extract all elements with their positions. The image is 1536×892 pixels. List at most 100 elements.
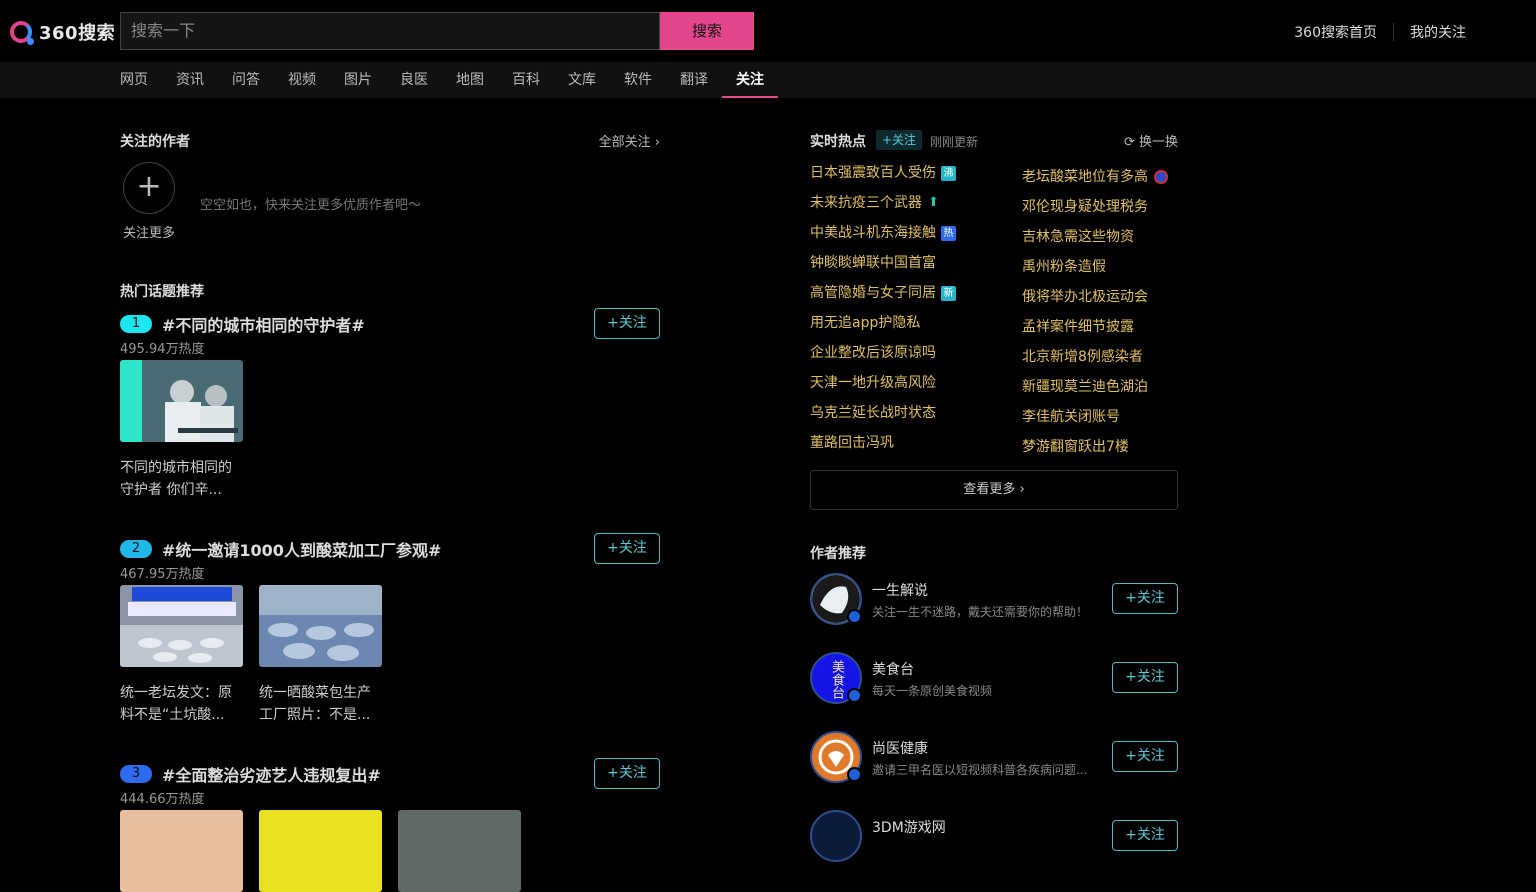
rank-badge: 1	[120, 315, 152, 333]
hot-item-text: 用无追app护隐私	[810, 315, 921, 331]
topic-name[interactable]: #全面整治劣迹艺人违规复出#	[162, 762, 381, 786]
topic-card[interactable]: 统一老坛发文：原 料不是“土坑酸...	[120, 585, 243, 726]
hot-item[interactable]: 日本强震致百人受伤沸	[810, 158, 956, 188]
topic-thumbnail	[259, 810, 382, 892]
hot-list-right: 老坛酸菜地位有多高 邓伦现身疑处理税务 吉林急需这些物资 禹州粉条造假 俄将举办…	[1022, 162, 1168, 462]
top-links: 360搜索首页 我的关注	[1294, 22, 1466, 42]
author-name: 3DM游戏网	[872, 820, 946, 836]
hot-item[interactable]: 乌克兰延长战时状态	[810, 398, 956, 428]
hot-item[interactable]: 俄将举办北极运动会	[1022, 282, 1168, 312]
follow-topic-button[interactable]: +关注	[594, 758, 660, 789]
card-title-line: 工厂照片：不是...	[259, 707, 371, 723]
tab-follow[interactable]: 关注	[722, 62, 778, 98]
hot-item-text: 俄将举办北极运动会	[1022, 289, 1148, 305]
all-follow-link[interactable]: 全部关注 ›	[599, 131, 660, 150]
follow-author-button[interactable]: +关注	[1112, 741, 1178, 772]
hot-item-text: 梦游翻窗跃出7楼	[1022, 439, 1129, 455]
logo[interactable]: 360搜索	[10, 19, 115, 45]
hot-item[interactable]: 新疆现莫兰迪色湖泊	[1022, 372, 1168, 402]
tab-translate[interactable]: 翻译	[680, 62, 708, 98]
globe-icon	[1154, 170, 1168, 184]
hot-item-text: 李佳航关闭账号	[1022, 409, 1120, 425]
topic-thumbnail	[120, 585, 243, 667]
my-follow-link[interactable]: 我的关注	[1410, 22, 1466, 42]
hot-item[interactable]: 天津一地升级高风险	[810, 368, 956, 398]
authors-title: 作者推荐	[810, 546, 866, 562]
hot-item[interactable]: 孟祥案件细节披露	[1022, 312, 1168, 342]
topic-card[interactable]	[120, 810, 243, 892]
hot-item-text: 中美战斗机东海接触	[810, 225, 936, 241]
topic-card[interactable]	[398, 810, 521, 892]
author-name: 尚医健康	[872, 741, 928, 757]
card-title-line: 守护者 你们辛...	[120, 482, 222, 498]
thumbnail-image	[120, 587, 243, 667]
author-item[interactable]: 尚医健康 邀请三甲名医以短视频科普各疾病问题... +关注	[810, 731, 1178, 785]
hot-item[interactable]: 北京新增8例感染者	[1022, 342, 1168, 372]
hot-item-text: 邓伦现身疑处理税务	[1022, 199, 1148, 215]
add-follow-label[interactable]: 关注更多	[123, 222, 175, 241]
rank-badge: 3	[120, 765, 152, 783]
follow-author-button[interactable]: +关注	[1112, 583, 1178, 614]
hot-item[interactable]: 董路回击冯巩	[810, 428, 956, 458]
hot-item-text: 北京新增8例感染者	[1022, 349, 1143, 365]
follow-author-button[interactable]: +关注	[1112, 662, 1178, 693]
author-item[interactable]: 一生解说 关注一生不迷路，戴夫还需要你的帮助！ +关注	[810, 573, 1178, 627]
tab-images[interactable]: 图片	[344, 62, 372, 98]
chevron-right-icon: ›	[654, 135, 660, 150]
search-input[interactable]: 搜索一下	[120, 12, 660, 50]
rank-badge: 2	[120, 540, 152, 558]
follow-topic-button[interactable]: +关注	[594, 533, 660, 564]
top-bar: 360搜索 搜索一下 搜索 360搜索首页 我的关注	[0, 0, 1536, 62]
logo-icon	[10, 21, 34, 45]
hot-item[interactable]: 禹州粉条造假	[1022, 252, 1168, 282]
tab-baike[interactable]: 百科	[512, 62, 540, 98]
follow-author-button[interactable]: +关注	[1112, 820, 1178, 851]
hot-item[interactable]: 用无追app护隐私	[810, 308, 956, 338]
refresh-button[interactable]: ⟳ 换一换	[1124, 131, 1178, 150]
topic-card[interactable]: 不同的城市相同的 守护者 你们辛...	[120, 360, 243, 501]
author-desc: 每天一条原创美食视频	[872, 684, 993, 698]
topic-name[interactable]: #统一邀请1000人到酸菜加工厂参观#	[162, 537, 441, 561]
hot-item[interactable]: 钟睒睒蝉联中国首富	[810, 248, 956, 278]
updated-label: 刚刚更新	[930, 135, 979, 149]
hot-item[interactable]: 中美战斗机东海接触热	[810, 218, 956, 248]
topic-thumbnail	[120, 360, 243, 442]
follow-realtime-button[interactable]: +关注	[876, 130, 923, 150]
hot-item[interactable]: 邓伦现身疑处理税务	[1022, 192, 1168, 222]
hot-item[interactable]: 高管隐婚与女子同居新	[810, 278, 956, 308]
avatar	[810, 810, 862, 862]
hot-list-left: 日本强震致百人受伤沸 未来抗疫三个武器 ⬆ 中美战斗机东海接触热 钟睒睒蝉联中国首…	[810, 158, 956, 458]
hot-item[interactable]: 梦游翻窗跃出7楼	[1022, 432, 1168, 462]
hot-item[interactable]: 吉林急需这些物资	[1022, 222, 1168, 252]
chevron-right-icon: ›	[1019, 482, 1025, 497]
tab-web[interactable]: 网页	[120, 62, 148, 98]
topic-name[interactable]: #不同的城市相同的守护者#	[162, 312, 365, 336]
realtime-header: 实时热点 +关注 刚刚更新 ⟳ 换一换	[810, 130, 1178, 151]
tab-qa[interactable]: 问答	[232, 62, 260, 98]
view-more-button[interactable]: 查看更多 ›	[810, 470, 1178, 510]
home-link[interactable]: 360搜索首页	[1294, 22, 1377, 42]
hot-item-text: 老坛酸菜地位有多高	[1022, 169, 1148, 185]
follow-topic-button[interactable]: +关注	[594, 308, 660, 339]
add-follow-button[interactable]: +	[123, 162, 175, 214]
topic-card[interactable]	[259, 810, 382, 892]
hot-item[interactable]: 李佳航关闭账号	[1022, 402, 1168, 432]
hot-item-text: 钟睒睒蝉联中国首富	[810, 255, 936, 271]
hot-item-text: 孟祥案件细节披露	[1022, 319, 1134, 335]
hot-item[interactable]: 未来抗疫三个武器 ⬆	[810, 188, 956, 218]
refresh-icon: ⟳	[1123, 135, 1135, 150]
topic-card[interactable]: 统一晒酸菜包生产 工厂照片：不是...	[259, 585, 382, 726]
author-item[interactable]: 3DM游戏网 +关注	[810, 810, 1178, 864]
tab-doctor[interactable]: 良医	[400, 62, 428, 98]
author-item[interactable]: 美食台 美食台 每天一条原创美食视频 +关注	[810, 652, 1178, 706]
tab-map[interactable]: 地图	[456, 62, 484, 98]
tab-video[interactable]: 视频	[288, 62, 316, 98]
hot-item[interactable]: 企业整改后该原谅吗	[810, 338, 956, 368]
author-desc: 邀请三甲名医以短视频科普各疾病问题...	[872, 763, 1088, 777]
tab-wenku[interactable]: 文库	[568, 62, 596, 98]
tab-software[interactable]: 软件	[624, 62, 652, 98]
search-button[interactable]: 搜索	[660, 12, 754, 50]
tab-news[interactable]: 资讯	[176, 62, 204, 98]
topic-thumbnail	[398, 810, 521, 892]
hot-item[interactable]: 老坛酸菜地位有多高	[1022, 162, 1168, 192]
